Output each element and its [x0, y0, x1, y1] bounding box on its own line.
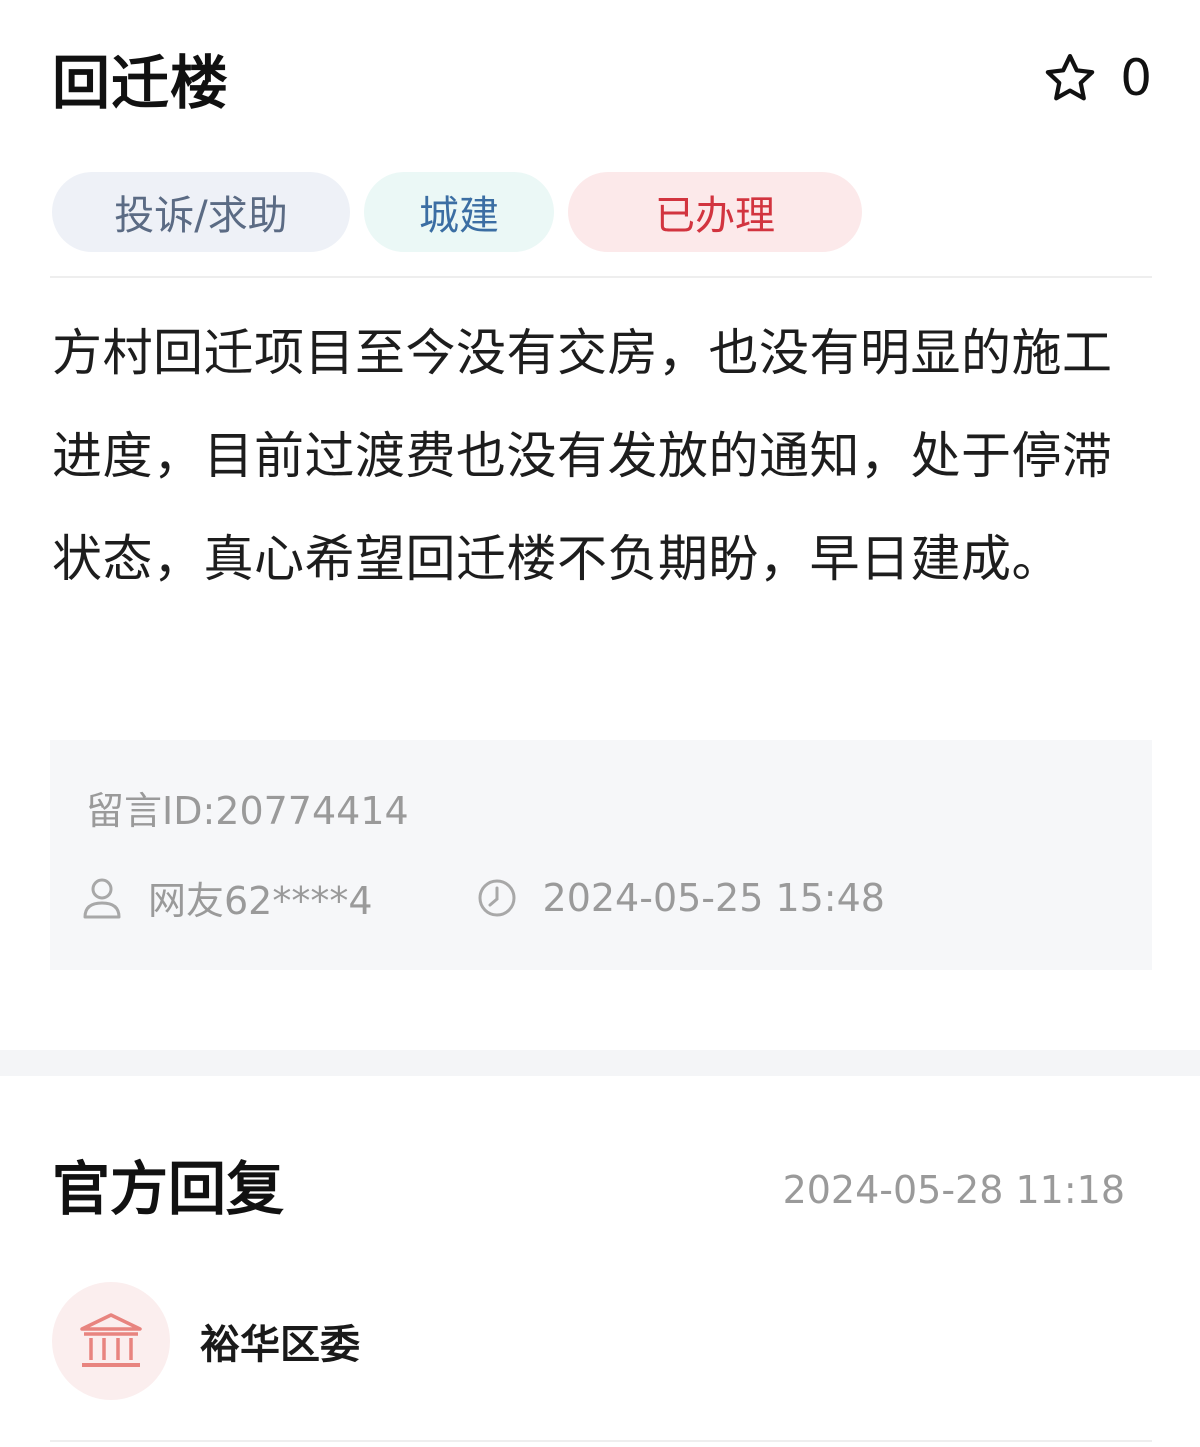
official-reply-time: 2024-05-28 11:18 — [782, 1168, 1125, 1212]
message-meta: 网友62****4 2024-05-25 15:48 — [82, 870, 885, 925]
header: 回迁楼 0 — [52, 38, 1152, 118]
favorite-button[interactable]: 0 — [1042, 49, 1152, 107]
government-building-icon — [80, 1313, 142, 1367]
divider — [50, 1440, 1152, 1442]
post-time: 2024-05-25 15:48 — [542, 875, 885, 920]
message-info-panel: 留言ID:20774414 网友62****4 2024-05-25 15:48 — [50, 740, 1152, 970]
tag-list: 投诉/求助 城建 已办理 — [52, 172, 862, 252]
star-outline-icon[interactable] — [1042, 50, 1098, 106]
tag-department: 城建 — [364, 172, 554, 252]
message-id: 留言ID:20774414 — [86, 789, 409, 833]
page: 回迁楼 0 投诉/求助 城建 已办理 方村回迁项目至今没有交房，也没有明显的施工… — [0, 0, 1200, 1447]
author-info: 网友62****4 — [82, 870, 373, 925]
favorite-count: 0 — [1120, 49, 1152, 107]
tag-status: 已办理 — [568, 172, 862, 252]
section-separator — [0, 1050, 1200, 1076]
user-icon — [83, 878, 121, 918]
divider — [50, 276, 1152, 278]
author-name: 网友62****4 — [148, 879, 373, 923]
avatar — [52, 1282, 170, 1400]
official-reply-title: 官方回复 — [52, 1155, 285, 1223]
post-time-info: 2024-05-25 15:48 — [477, 876, 885, 920]
tag-category: 投诉/求助 — [52, 172, 350, 252]
clock-icon — [478, 879, 516, 916]
page-title: 回迁楼 — [52, 49, 230, 117]
reply-organization: 裕华区委 — [52, 1282, 360, 1400]
organization-name: 裕华区委 — [200, 1322, 360, 1368]
message-body: 方村回迁项目至今没有交房，也没有明显的施工进度，目前过渡费也没有发放的通知，处于… — [52, 324, 1113, 588]
